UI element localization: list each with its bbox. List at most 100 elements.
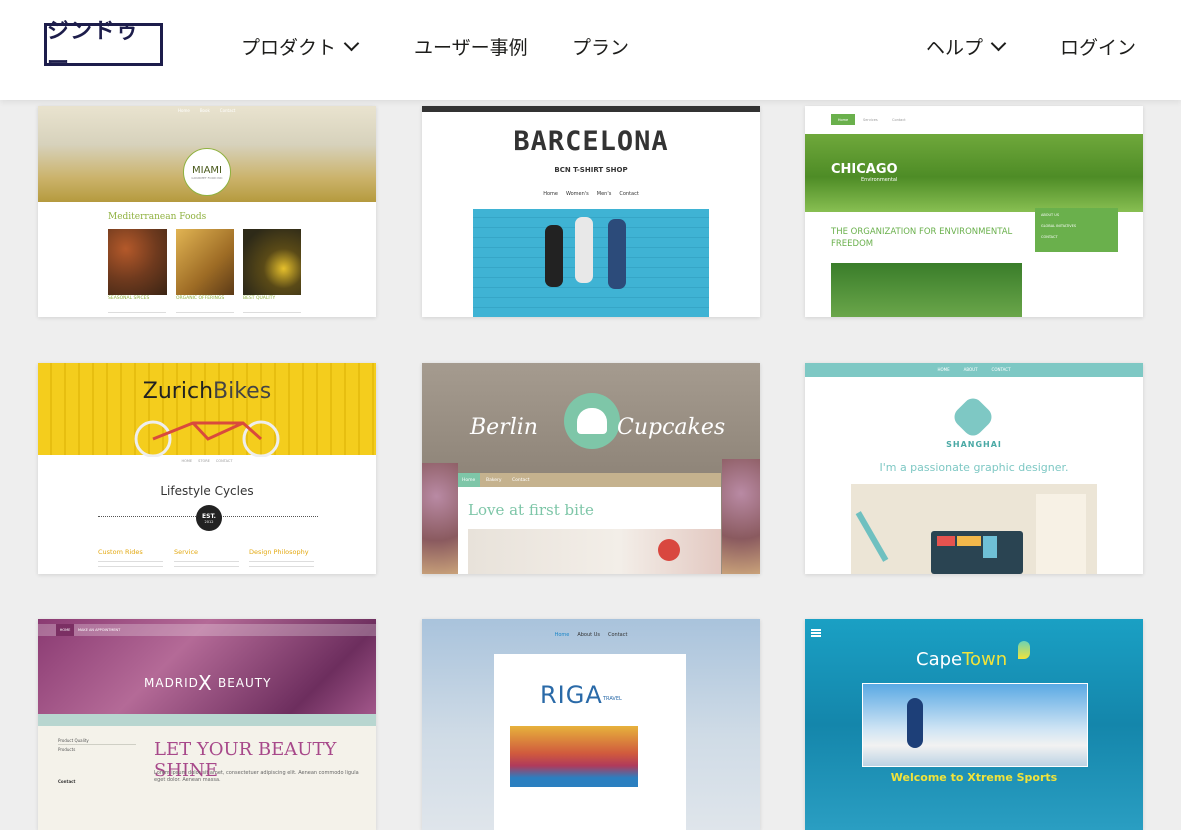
text-line bbox=[176, 312, 234, 313]
shanghai-logo-icon bbox=[950, 394, 996, 440]
strawberry-image bbox=[658, 539, 680, 561]
laptop-block bbox=[957, 536, 981, 546]
text-line bbox=[249, 561, 314, 562]
cupcake-image bbox=[722, 459, 760, 574]
hamburger-menu-icon bbox=[811, 629, 821, 631]
laptop-block bbox=[937, 536, 955, 546]
madrid-sidebar-item: Products bbox=[58, 747, 76, 752]
barcelona-nav-item: Contact bbox=[619, 191, 639, 197]
text-line bbox=[174, 566, 239, 567]
template-card-shanghai[interactable]: HOME ABOUT CONTACT SHANGHAI I'm a passio… bbox=[805, 363, 1143, 574]
madrid-contact-label: Contact bbox=[58, 779, 76, 784]
miami-label: BEST QUALITY bbox=[243, 296, 276, 301]
madrid-x-mark: X bbox=[198, 671, 212, 695]
lamp-image bbox=[855, 511, 889, 562]
shanghai-chair-image bbox=[1036, 494, 1086, 574]
nav-plans[interactable]: プラン bbox=[572, 33, 629, 60]
miami-logo-sub: GOURMET FOOD INC bbox=[191, 175, 223, 180]
miami-nav-item: Book bbox=[199, 108, 210, 113]
nav-help-label: ヘルプ bbox=[926, 37, 984, 59]
miami-label: ORGANIC OFFERINGS bbox=[176, 296, 225, 301]
berlin-food-image bbox=[468, 529, 721, 574]
cupcake-icon bbox=[564, 393, 620, 449]
person-silhouette bbox=[575, 217, 593, 283]
barcelona-nav-item: Home bbox=[543, 191, 558, 197]
text-line bbox=[108, 312, 166, 313]
miami-heading: Mediterranean Foods bbox=[108, 212, 207, 222]
capetown-logo-a: Cape bbox=[916, 649, 963, 670]
chicago-logo: CHICAGO bbox=[831, 162, 898, 177]
berlin-nav-item: Contact bbox=[512, 478, 530, 483]
zurich-logo: ZurichBikes bbox=[38, 379, 376, 404]
jimdo-logo[interactable]: ジンドゥー bbox=[44, 19, 163, 76]
text-line bbox=[98, 566, 163, 567]
skier-image bbox=[907, 698, 923, 748]
template-card-capetown[interactable]: CapeTown Welcome to Xtreme Sports bbox=[805, 619, 1143, 830]
nav-help[interactable]: ヘルプ bbox=[926, 33, 1007, 60]
chicago-grass-image bbox=[831, 263, 1022, 317]
miami-nav-item: Home bbox=[178, 108, 190, 113]
madrid-logo-b: BEAUTY bbox=[218, 676, 272, 690]
shanghai-nav-item: CONTACT bbox=[991, 367, 1011, 372]
divider bbox=[58, 744, 136, 745]
berlin-logo-b: Cupcakes bbox=[617, 415, 726, 440]
barcelona-hero-image bbox=[473, 209, 709, 317]
chicago-headline: THE ORGANIZATION FOR ENVIRONMENTAL FREED… bbox=[831, 227, 1013, 249]
text-line bbox=[174, 561, 239, 562]
capetown-headline: Welcome to Xtreme Sports bbox=[890, 771, 1058, 784]
zurich-badge-year: 2012 bbox=[204, 519, 214, 524]
zurich-est-badge: EST. 2012 bbox=[196, 505, 222, 531]
riga-nav-item: Home bbox=[554, 632, 570, 638]
barcelona-nav-item: Women's bbox=[565, 191, 589, 197]
madrid-sidebar-item: Product Quality bbox=[58, 738, 89, 743]
shanghai-illustration bbox=[851, 484, 1097, 574]
chicago-nav-item: Home bbox=[831, 114, 855, 125]
zurich-nav-item: HOME bbox=[181, 459, 193, 463]
zurich-column-title: Custom Rides bbox=[98, 548, 143, 556]
chicago-dropdown-menu: ABOUT US GLOBAL INITIATIVES CONTACT bbox=[1035, 208, 1118, 252]
template-card-madrid[interactable]: HOME MAKE AN APPOINTMENT MADRID X BEAUTY… bbox=[38, 619, 376, 830]
riga-nav-item: Contact bbox=[607, 632, 628, 638]
text-line bbox=[98, 561, 163, 562]
barcelona-nav-item: Men's bbox=[596, 191, 612, 197]
miami-logo-text: MIAMI bbox=[192, 164, 222, 176]
zurich-badge-text: EST. bbox=[202, 512, 216, 520]
barcelona-title: BARCELONA bbox=[513, 126, 669, 157]
template-card-chicago[interactable]: Home Services Contact CHICAGO Environmen… bbox=[805, 106, 1143, 317]
shanghai-nav-item: ABOUT bbox=[963, 367, 978, 372]
berlin-nav-item: Home bbox=[462, 478, 476, 483]
shanghai-nav: HOME ABOUT CONTACT bbox=[805, 367, 1143, 372]
template-card-miami[interactable]: Home Book Contact MIAMI GOURMET FOOD INC… bbox=[38, 106, 376, 317]
template-card-riga[interactable]: Home About Us Contact RIGA TRAVEL bbox=[422, 619, 760, 830]
madrid-nav-item: HOME bbox=[56, 624, 74, 636]
shanghai-nav-item: HOME bbox=[937, 367, 950, 372]
template-card-zurich[interactable]: ZurichBikes HOME STORE CONTACT Lifestyle… bbox=[38, 363, 376, 574]
nav-cases[interactable]: ユーザー事例 bbox=[414, 33, 528, 60]
chevron-down-icon bbox=[990, 35, 1007, 52]
madrid-logo-a: MADRID bbox=[144, 676, 199, 690]
riga-nav: Home About Us Contact bbox=[422, 632, 760, 638]
olives-image bbox=[243, 229, 301, 295]
template-card-berlin[interactable]: Berlin Cupcakes Home Bakery Contact Love… bbox=[422, 363, 760, 574]
shanghai-name: SHANGHAI bbox=[946, 440, 1002, 449]
kite-icon bbox=[1018, 641, 1030, 659]
chicago-menu-item: ABOUT US bbox=[1041, 213, 1060, 217]
shanghai-tagline: I'm a passionate graphic designer. bbox=[879, 461, 1069, 474]
zurich-logo-b: Bikes bbox=[213, 379, 272, 404]
zurich-column-title: Design Philosophy bbox=[249, 548, 309, 556]
nav-login[interactable]: ログイン bbox=[1060, 33, 1136, 60]
spices-image bbox=[108, 229, 167, 295]
chicago-nav-item: Services bbox=[863, 118, 878, 122]
berlin-logo-a: Berlin bbox=[470, 415, 538, 440]
pasta-image bbox=[176, 229, 234, 295]
cupcake-image bbox=[422, 463, 458, 574]
zurich-nav: HOME STORE CONTACT bbox=[38, 459, 376, 463]
barcelona-subtitle: BCN T-SHIRT SHOP bbox=[554, 166, 628, 174]
barcelona-top-bar bbox=[422, 106, 760, 112]
barcelona-nav: Home Women's Men's Contact bbox=[422, 191, 760, 197]
bicycle-icon bbox=[134, 420, 280, 457]
template-card-barcelona[interactable]: BARCELONA BCN T-SHIRT SHOP Home Women's … bbox=[422, 106, 760, 317]
madrid-band bbox=[38, 714, 376, 726]
riga-town-image bbox=[510, 726, 638, 787]
nav-products[interactable]: プロダクト bbox=[241, 33, 360, 60]
